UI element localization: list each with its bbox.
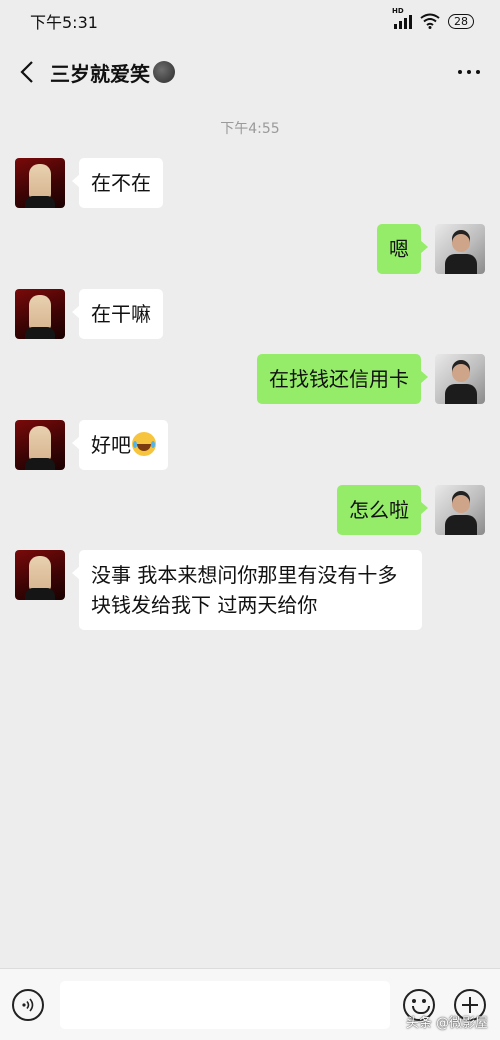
message-row: 在不在 xyxy=(15,158,163,208)
contact-name: 三岁就爱笑 xyxy=(50,61,150,86)
received-message-bubble[interactable]: 在干嘛 xyxy=(72,289,163,339)
watermark: 头条 @微影屋 xyxy=(405,1016,488,1031)
contact-avatar[interactable] xyxy=(15,420,65,470)
more-options-icon[interactable] xyxy=(458,70,480,74)
my-avatar[interactable] xyxy=(435,354,485,404)
network-type-label: HD xyxy=(392,7,404,15)
status-icons: HD 28 xyxy=(392,7,474,29)
message-timestamp: 下午4:55 xyxy=(220,121,280,137)
received-message-bubble[interactable]: 好吧 xyxy=(72,420,168,470)
received-message-bubble[interactable]: 没事 我本来想问你那里有没有十多 块钱发给我下 过两天给你 xyxy=(72,550,422,630)
message-row: 好吧 xyxy=(15,420,168,470)
sent-message-bubble[interactable]: 在找钱还信用卡 xyxy=(257,354,428,404)
chat-header: 三岁就爱笑 xyxy=(0,42,500,102)
status-bar: 下午5:31 HD 28 xyxy=(0,0,500,42)
message-row: 在干嘛 xyxy=(15,289,163,339)
message-text-line: 块钱发给我下 过两天给你 xyxy=(91,593,318,617)
message-row: 怎么啦 xyxy=(337,485,485,535)
chat-title: 三岁就爱笑 xyxy=(50,58,175,87)
contact-avatar[interactable] xyxy=(15,550,65,600)
sent-message-bubble[interactable]: 嗯 xyxy=(377,224,428,274)
message-row: 在找钱还信用卡 xyxy=(257,354,485,404)
message-row: 没事 我本来想问你那里有没有十多 块钱发给我下 过两天给你 xyxy=(15,550,422,630)
contact-avatar[interactable] xyxy=(15,158,65,208)
message-text: 好吧 xyxy=(91,433,131,457)
new-moon-face-emoji-icon xyxy=(153,61,175,83)
my-avatar[interactable] xyxy=(435,485,485,535)
received-message-bubble[interactable]: 在不在 xyxy=(72,158,163,208)
sent-message-bubble[interactable]: 怎么啦 xyxy=(337,485,428,535)
signal-icon: HD xyxy=(392,7,412,29)
message-text-line: 没事 我本来想问你那里有没有十多 xyxy=(91,563,398,587)
back-icon[interactable] xyxy=(20,52,44,92)
my-avatar[interactable] xyxy=(435,224,485,274)
battery-icon: 28 xyxy=(448,13,474,29)
wifi-icon xyxy=(420,13,440,29)
status-time: 下午5:31 xyxy=(30,13,98,32)
contact-avatar[interactable] xyxy=(15,289,65,339)
message-row: 嗯 xyxy=(377,224,485,274)
voice-input-icon[interactable] xyxy=(12,989,44,1021)
tears-of-joy-emoji-icon xyxy=(132,432,156,456)
message-input[interactable] xyxy=(60,981,390,1029)
